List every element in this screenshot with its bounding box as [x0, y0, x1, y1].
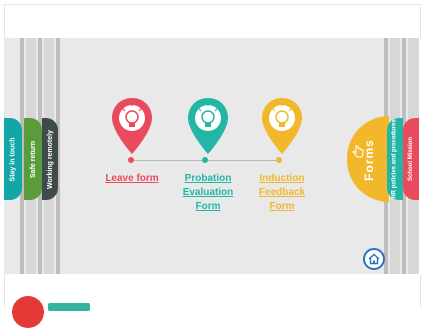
- timeline-dot: [276, 157, 282, 163]
- tab-hr-policies[interactable]: HR policies and procedures: [387, 118, 403, 200]
- tab-label: Working remotely: [46, 129, 54, 189]
- timeline-dot: [128, 157, 134, 163]
- bottom-chip: [48, 303, 90, 311]
- leave-form-link[interactable]: Leave form: [100, 172, 164, 186]
- app-frame: Stay in touch Safe return Working remote…: [0, 0, 421, 328]
- lightbulb-icon: [112, 98, 152, 154]
- tab-working-remotely[interactable]: Working remotely: [42, 118, 58, 200]
- tab-school-mission[interactable]: School Mission: [403, 118, 419, 200]
- tab-stay-in-touch[interactable]: Stay in touch: [4, 118, 22, 200]
- timeline-dot: [202, 157, 208, 163]
- tab-label: School Mission: [408, 136, 415, 182]
- induction-feedback-form-link[interactable]: Induction Feedback Form: [250, 172, 314, 214]
- label-line: Induction: [259, 173, 305, 184]
- presentation-slide: Stay in touch Safe return Working remote…: [4, 38, 419, 274]
- pin-probation-evaluation-form[interactable]: [186, 96, 230, 161]
- pin-induction-feedback-form[interactable]: [260, 96, 304, 161]
- pin-leave-form[interactable]: [110, 96, 154, 161]
- label-line: Feedback: [258, 187, 306, 198]
- label-line: Form: [269, 201, 295, 212]
- timeline-line: [128, 157, 282, 163]
- home-button[interactable]: [363, 248, 385, 270]
- lightbulb-icon: [188, 98, 228, 154]
- tab-label: Safe return: [29, 140, 37, 178]
- avatar[interactable]: [12, 296, 44, 328]
- home-icon: [368, 253, 380, 265]
- label-line: Form: [195, 201, 221, 212]
- tab-safe-return[interactable]: Safe return: [24, 118, 42, 200]
- top-bar: [4, 4, 421, 39]
- tab-label: HR policies and procedures: [392, 119, 399, 199]
- label-line: Leave form: [105, 173, 159, 184]
- lightbulb-icon: [262, 98, 302, 154]
- forms-label: Forms: [362, 139, 376, 181]
- probation-evaluation-form-link[interactable]: Probation Evaluation Form: [174, 172, 242, 214]
- label-line: Probation: [184, 173, 232, 184]
- label-line: Evaluation: [182, 187, 234, 198]
- tab-label: Stay in touch: [9, 137, 17, 181]
